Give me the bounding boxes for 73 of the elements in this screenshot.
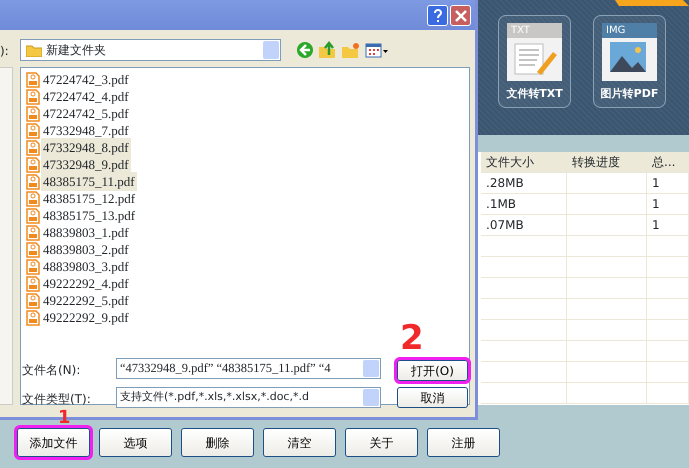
look-in-label: ): xyxy=(0,43,9,60)
file-name[interactable]: 49222292_4.pdf xyxy=(41,274,131,294)
table-cell: 1 xyxy=(647,194,689,214)
pdf-file-icon xyxy=(26,72,40,88)
file-type-dropdown[interactable]: 支持文件(*.pdf,*.xls,*.xlsx,*.doc,*.d xyxy=(116,387,381,408)
file-name[interactable]: 47332948_7.pdf xyxy=(41,120,131,140)
file-name[interactable]: 48385175_13.pdf xyxy=(41,206,138,226)
column-header[interactable]: 文件大小 xyxy=(481,152,567,172)
annotation-number: 1 xyxy=(58,409,71,427)
file-name[interactable]: 48839803_2.pdf xyxy=(41,240,131,260)
column-header[interactable]: 总... xyxy=(647,152,689,172)
caret-icon xyxy=(263,41,279,59)
pdf-file-icon xyxy=(26,156,40,172)
close-icon xyxy=(454,10,466,22)
table-cell: .1MB xyxy=(481,194,567,214)
file-name[interactable]: 48385175_12.pdf xyxy=(41,188,138,208)
icon-badge: IMG xyxy=(602,23,657,38)
table-cell: .07MB xyxy=(481,215,567,235)
table-cell: .28MB xyxy=(481,173,567,193)
pdf-file-icon xyxy=(26,276,40,292)
pdf-file-icon xyxy=(26,208,40,224)
pdf-file-icon xyxy=(26,106,40,122)
pdf-file-icon xyxy=(26,88,40,104)
folder-icon xyxy=(26,44,42,56)
field-label: 文件名(N): xyxy=(22,362,80,379)
close-button[interactable] xyxy=(450,4,471,26)
icon-badge: TXT xyxy=(507,23,562,38)
file-name[interactable]: 47224742_3.pdf xyxy=(41,70,131,90)
tool-button[interactable]: TXT 文件转TXT xyxy=(498,15,571,108)
app-button[interactable]: 添加文件 xyxy=(17,428,90,457)
back-icon[interactable] xyxy=(296,41,314,59)
pdf-file-icon xyxy=(26,292,40,308)
new-folder-icon[interactable] xyxy=(341,41,359,59)
file-name[interactable]: 48839803_1.pdf xyxy=(41,222,131,242)
open-button[interactable]: 打开(O) xyxy=(397,360,468,381)
tool-label: 图片转PDF xyxy=(600,86,658,102)
caret-icon xyxy=(363,389,379,406)
column-header[interactable]: 转换进度 xyxy=(567,152,647,172)
field-label: 文件类型(T): xyxy=(22,391,91,408)
pdf-file-icon xyxy=(26,258,40,274)
table-cell: 1 xyxy=(647,173,689,193)
file-name[interactable]: 49222292_9.pdf xyxy=(41,308,131,328)
tool-button[interactable]: IMG 图片转PDF xyxy=(593,15,666,108)
file-name[interactable]: 49222292_5.pdf xyxy=(41,290,131,310)
folder-up-icon[interactable] xyxy=(318,41,336,59)
tool-label: 文件转TXT xyxy=(506,86,563,102)
folder-name: 新建文件夹 xyxy=(46,42,106,59)
annotation-number: 2 xyxy=(400,320,424,356)
app-button[interactable]: 清空 xyxy=(263,428,336,457)
table-cell: 1 xyxy=(647,215,689,235)
app-button[interactable]: 关于 xyxy=(345,428,418,457)
pdf-file-icon xyxy=(26,174,40,190)
file-name[interactable]: 47224742_4.pdf xyxy=(41,86,131,106)
pdf-file-icon xyxy=(26,190,40,206)
file-name[interactable]: 48385175_11.pdf xyxy=(41,172,137,192)
app-button[interactable]: 删除 xyxy=(181,428,254,457)
pdf-file-icon xyxy=(26,140,40,156)
cancel-button[interactable]: 取消 xyxy=(397,387,468,408)
pdf-file-icon xyxy=(26,122,40,138)
help-button[interactable] xyxy=(427,4,448,26)
app-button[interactable]: 注册 xyxy=(427,428,500,457)
caret-icon xyxy=(363,360,379,377)
pdf-file-icon xyxy=(26,310,40,326)
app-button[interactable]: 选项 xyxy=(99,428,172,457)
file-name[interactable]: 48839803_3.pdf xyxy=(41,256,131,276)
file-name[interactable]: 47332948_8.pdf xyxy=(41,138,131,158)
help-icon xyxy=(432,8,442,23)
filename-field[interactable]: “47332948_9.pdf” “48385175_11.pdf” “4 xyxy=(116,358,381,379)
pdf-file-icon xyxy=(26,242,40,258)
folder-dropdown[interactable]: 新建文件夹 xyxy=(20,39,281,61)
file-name[interactable]: 47224742_5.pdf xyxy=(41,104,131,124)
pdf-file-icon xyxy=(26,224,40,240)
view-menu-icon[interactable] xyxy=(365,41,389,59)
